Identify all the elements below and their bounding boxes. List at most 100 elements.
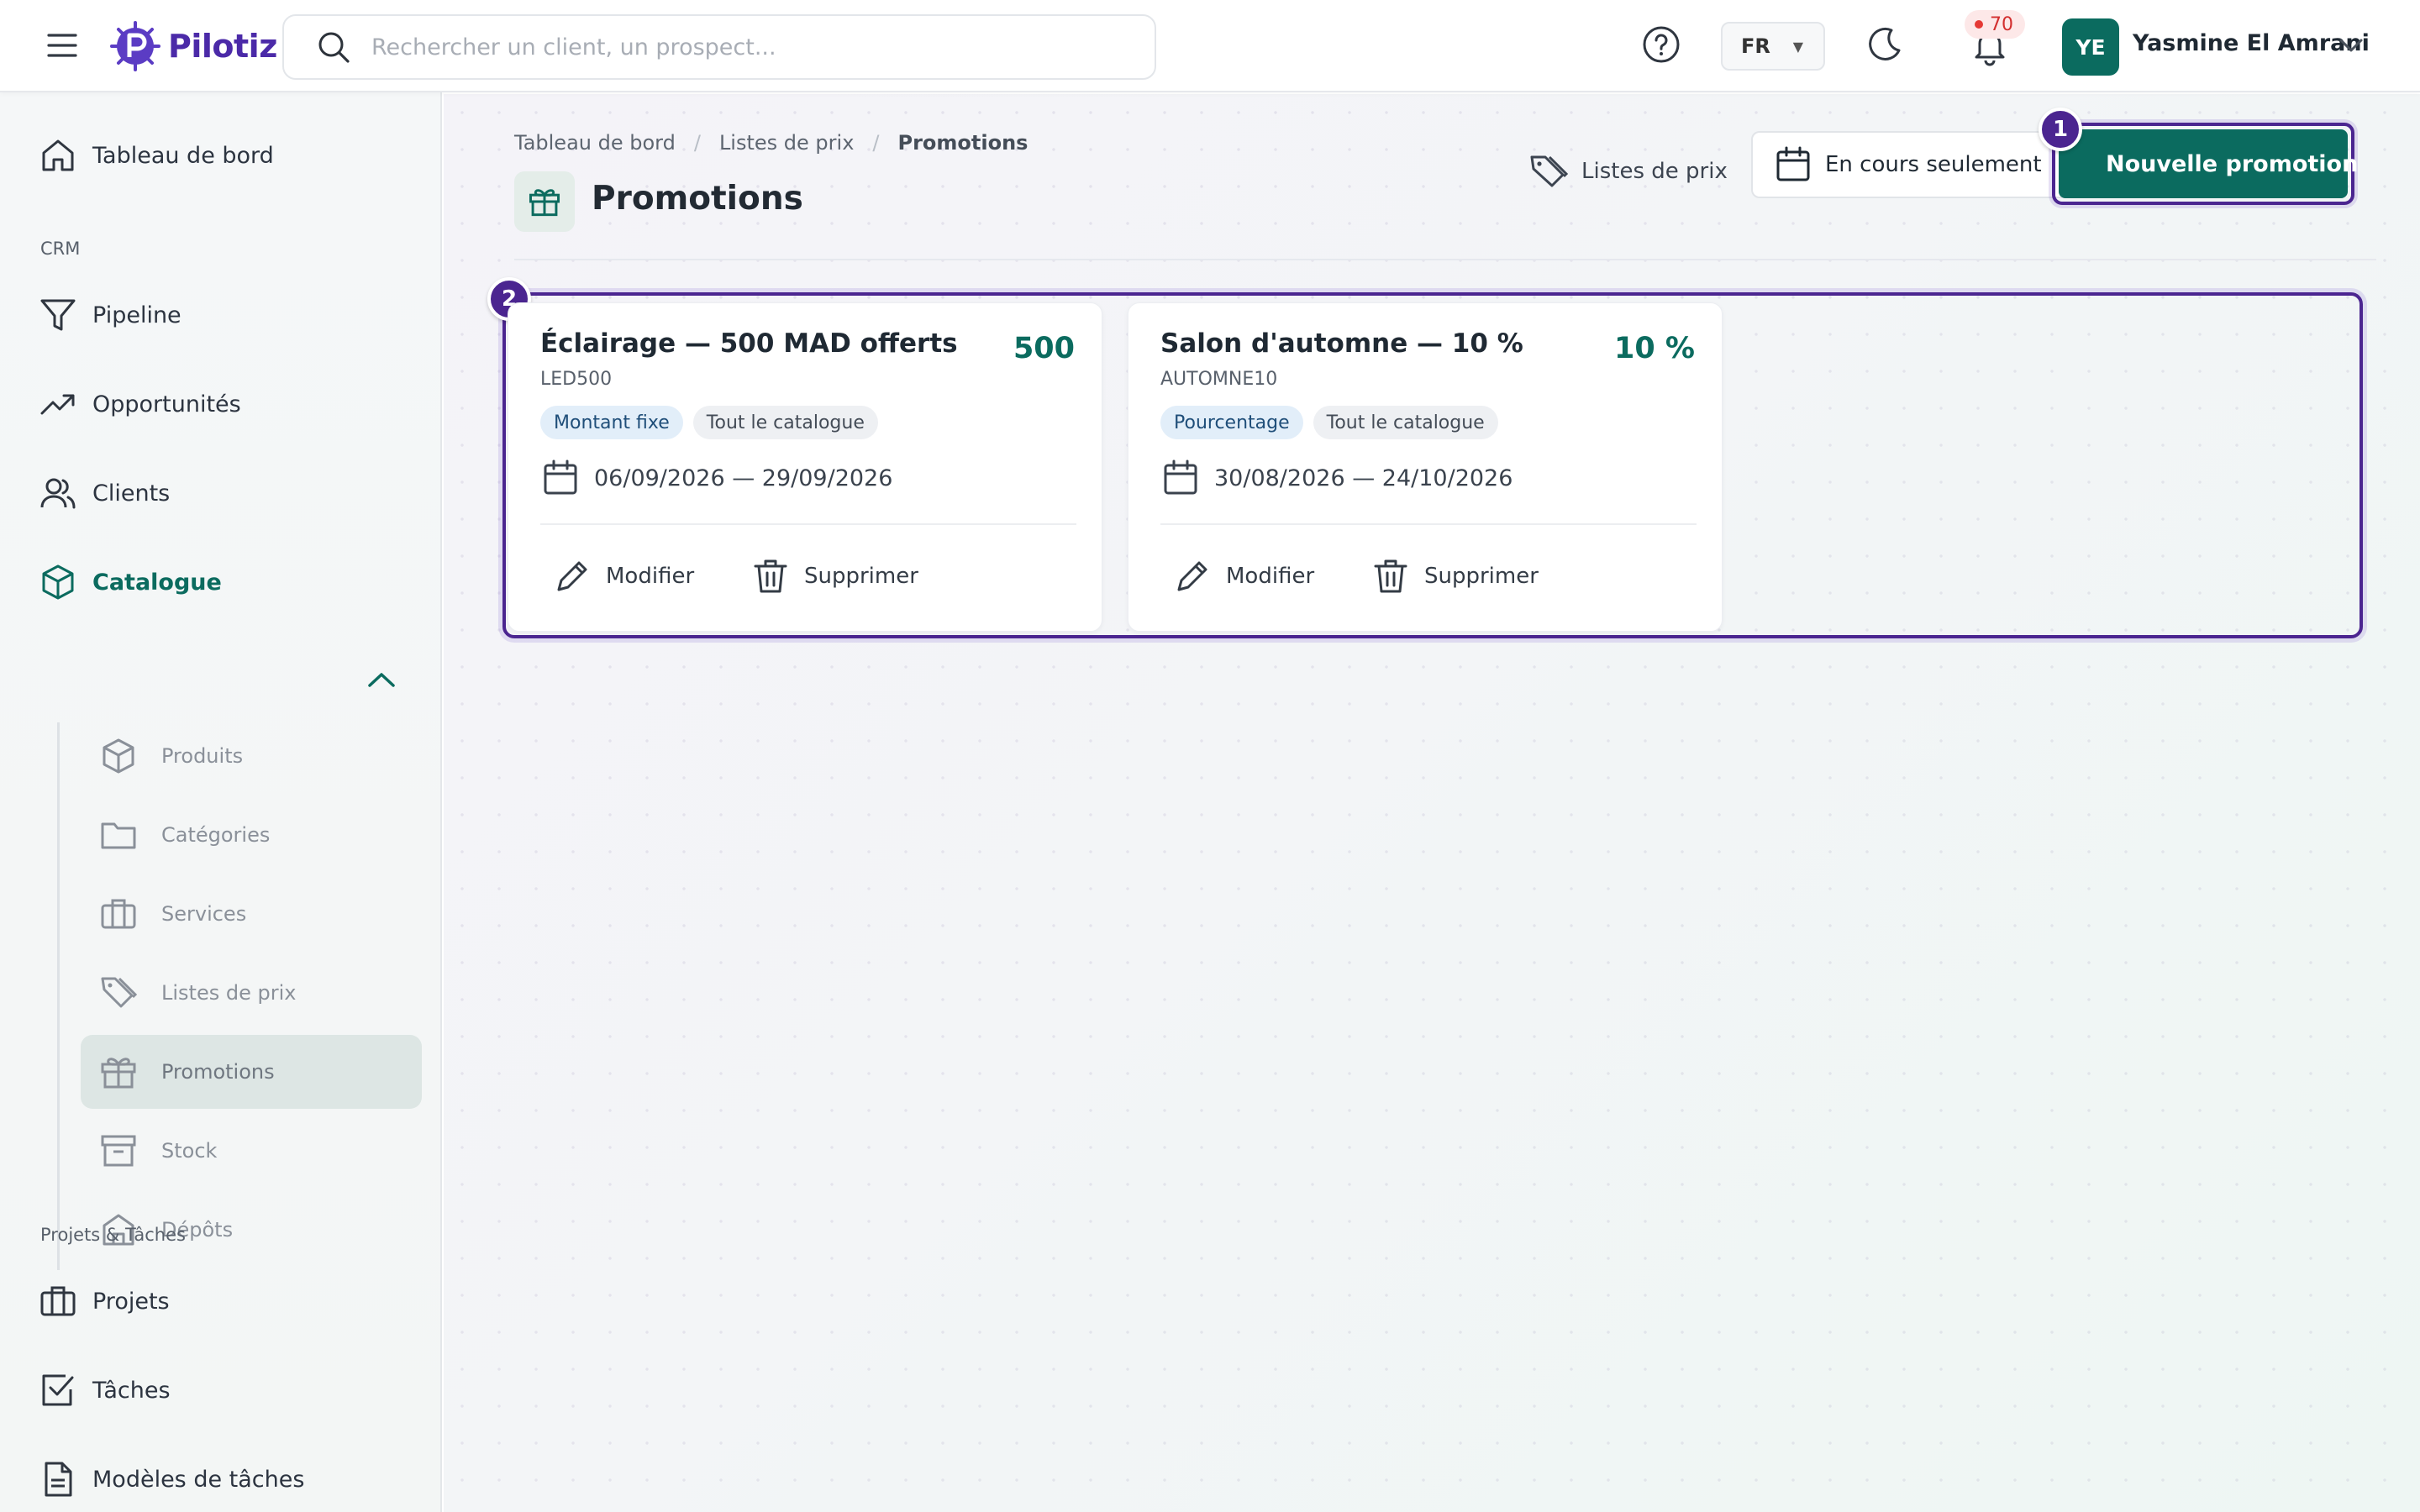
promotion-scope-badge: Tout le catalogue (1313, 406, 1498, 439)
breadcrumb: Tableau de bord / Listes de prix / Promo… (514, 131, 1028, 155)
archive-icon (81, 1131, 161, 1170)
sidebar-item-label: Produits (161, 744, 244, 768)
delete-button-label: Supprimer (1424, 564, 1539, 589)
promotion-date-range: 06/09/2026 — 29/09/2026 (594, 465, 893, 491)
edit-button[interactable]: Modifier (552, 547, 694, 606)
edit-button[interactable]: Modifier (1172, 547, 1314, 606)
sidebar-item-label: Promotions (161, 1060, 275, 1084)
promotion-tags: Pourcentage Tout le catalogue (1160, 406, 1498, 439)
sidebar-item-label: Pipeline (92, 302, 182, 328)
logo-text: Pilotiz (168, 28, 277, 65)
current-only-button[interactable]: En cours seulement (1751, 131, 2070, 198)
sidebar-item-pipeline[interactable]: Pipeline (29, 277, 424, 353)
breadcrumb-current: Promotions (897, 131, 1028, 155)
promotion-value: 10 % (1614, 332, 1695, 365)
breadcrumb-dashboard[interactable]: Tableau de bord (514, 131, 676, 155)
section-label-projects: Projets & Tâches (40, 1225, 186, 1245)
tags-icon (1530, 155, 1569, 187)
sidebar-item-label: Tableau de bord (92, 142, 274, 169)
sidebar-item-promotions[interactable]: Promotions (81, 1035, 422, 1109)
sidebar-item-catalogue[interactable]: Catalogue (29, 544, 424, 620)
notification-dot (1975, 20, 1983, 29)
users-icon (29, 471, 91, 515)
sidebar-item-opportunities[interactable]: Opportunités (29, 366, 424, 442)
promotion-title: Éclairage — 500 MAD offerts (540, 328, 958, 359)
logo[interactable]: Pilotiz (109, 20, 277, 72)
promotion-type-badge: Montant fixe (540, 406, 683, 439)
search-bar (282, 14, 1156, 80)
page-title-icon (514, 171, 575, 232)
promotion-type-badge: Pourcentage (1160, 406, 1303, 439)
breadcrumb-price-lists[interactable]: Listes de prix (719, 131, 854, 155)
promotion-value: 500 (1013, 332, 1075, 365)
sidebar-item-products[interactable]: Produits (81, 719, 422, 793)
logo-icon (110, 21, 160, 71)
moon-icon[interactable] (1864, 24, 1906, 66)
notification-count: 70 (1990, 13, 2013, 35)
promotion-title: Salon d'automne — 10 % (1160, 328, 1523, 359)
menu-icon[interactable] (44, 27, 81, 64)
funnel-icon (29, 293, 91, 337)
cube-icon (81, 737, 161, 775)
language-select[interactable]: FR ▼ (1721, 22, 1825, 71)
edit-button-label: Modifier (1226, 564, 1315, 589)
sidebar-item-stock[interactable]: Stock (81, 1114, 422, 1188)
help-icon[interactable] (1640, 24, 1682, 66)
caret-down-icon: ▼ (1792, 38, 1803, 55)
gift-icon (529, 189, 560, 217)
sidebar-item-label: Stock (161, 1139, 218, 1163)
chevron-up-icon[interactable] (363, 664, 400, 697)
sidebar-item-label: Clients (92, 480, 171, 507)
briefcase-icon (81, 895, 161, 933)
submenu-line (57, 722, 60, 1270)
sidebar-item-label: Services (161, 902, 247, 926)
sidebar: Tableau de bord CRM Pipeline Opportunité… (0, 92, 442, 1512)
sidebar-item-label: Modèles de tâches (92, 1466, 305, 1493)
sidebar-item-clients[interactable]: Clients (29, 455, 424, 531)
price-lists-button-label: Listes de prix (1581, 159, 1728, 184)
calendar-icon (1164, 459, 1197, 495)
sidebar-item-price-lists[interactable]: Listes de prix (81, 956, 422, 1030)
step-marker-1: 1 (2039, 108, 2082, 151)
sidebar-item-label: Tâches (92, 1377, 171, 1404)
sidebar-item-label: Listes de prix (161, 981, 297, 1005)
delete-button[interactable]: Supprimer (1370, 547, 1539, 606)
new-promotion-button-label: Nouvelle promotion (2106, 150, 2359, 177)
main-content: Tableau de bord / Listes de prix / Promo… (444, 94, 2420, 1512)
page-title: Promotions (592, 180, 803, 218)
delete-button[interactable]: Supprimer (750, 547, 918, 606)
pencil-icon (1177, 561, 1207, 591)
avatar[interactable]: YE (2062, 18, 2119, 76)
gift-icon (81, 1053, 161, 1091)
price-lists-button[interactable]: Listes de prix (1528, 138, 1743, 205)
briefcase-icon (29, 1279, 91, 1323)
section-label-crm: CRM (40, 239, 81, 259)
edit-button-label: Modifier (606, 564, 695, 589)
sidebar-item-label: Catégories (161, 823, 271, 847)
new-promotion-button[interactable]: Nouvelle promotion (2059, 129, 2358, 198)
promotion-code: LED500 (540, 369, 613, 390)
sidebar-item-label: Opportunités (92, 391, 241, 417)
sidebar-item-label: Catalogue (92, 569, 222, 596)
search-input[interactable] (371, 22, 1155, 72)
chevron-down-icon[interactable] (2334, 29, 2368, 62)
divider (514, 259, 2376, 260)
current-only-button-label: En cours seulement (1825, 152, 2042, 177)
breadcrumb-separator: / (872, 131, 880, 155)
pencil-icon (557, 561, 587, 591)
promotion-scope-badge: Tout le catalogue (692, 406, 878, 439)
home-icon (29, 134, 91, 177)
sidebar-item-services[interactable]: Services (81, 877, 422, 951)
search-icon (318, 32, 350, 63)
calendar-icon (1776, 146, 1810, 181)
notification-badge[interactable]: 70 (1965, 10, 2025, 39)
promotion-dates: 30/08/2026 — 24/10/2026 (1160, 458, 1512, 498)
sidebar-item-projects[interactable]: Projets (29, 1263, 424, 1339)
language-value: FR (1741, 34, 1770, 58)
sidebar-item-task-templates[interactable]: Modèles de tâches (29, 1441, 424, 1512)
sidebar-item-dashboard[interactable]: Tableau de bord (29, 118, 424, 193)
delete-button-label: Supprimer (804, 564, 918, 589)
divider (1160, 523, 1697, 525)
sidebar-item-categories[interactable]: Catégories (81, 798, 422, 872)
sidebar-item-tasks[interactable]: Tâches (29, 1352, 424, 1428)
